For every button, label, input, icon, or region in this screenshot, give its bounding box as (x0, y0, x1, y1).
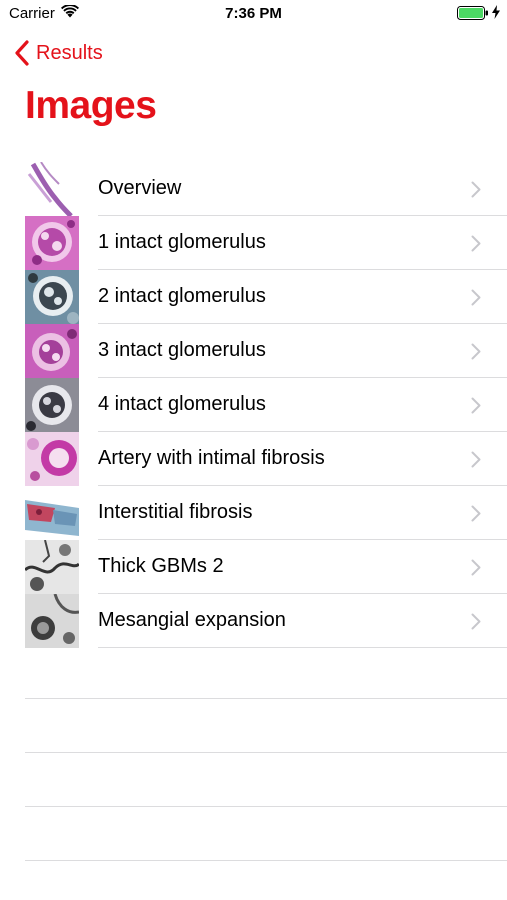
back-button[interactable]: Results (14, 38, 103, 68)
chevron-right-icon (471, 559, 481, 576)
charging-bolt-icon (492, 5, 500, 19)
item-label: Overview (98, 177, 182, 199)
item-label: 3 intact glomerulus (98, 339, 266, 361)
image-list: Overview 1 intact glomerulus 2 intact gl (0, 162, 507, 861)
page-title: Images (25, 84, 157, 127)
electron-micrograph-thumbnail (25, 540, 79, 594)
artery-thumbnail (25, 432, 79, 486)
list-item[interactable]: Artery with intimal fibrosis (0, 432, 507, 486)
empty-row-separator (25, 860, 507, 861)
empty-row-separator (25, 752, 507, 753)
chevron-left-icon (15, 40, 29, 66)
battery-icon (457, 6, 488, 20)
glomerulus-thumbnail (25, 270, 79, 324)
item-label: 1 intact glomerulus (98, 231, 266, 253)
list-item[interactable]: Thick GBMs 2 (0, 540, 507, 594)
list-item[interactable]: Interstitial fibrosis (0, 486, 507, 540)
status-time: 7:36 PM (225, 5, 282, 22)
item-label: Interstitial fibrosis (98, 501, 253, 523)
list-item[interactable]: 1 intact glomerulus (0, 216, 507, 270)
list-item[interactable]: 4 intact glomerulus (0, 378, 507, 432)
item-label: 4 intact glomerulus (98, 393, 266, 415)
chevron-right-icon (471, 289, 481, 306)
item-label: 2 intact glomerulus (98, 285, 266, 307)
item-label: Mesangial expansion (98, 609, 286, 631)
item-label: Thick GBMs 2 (98, 555, 224, 577)
chevron-right-icon (471, 505, 481, 522)
chevron-right-icon (471, 235, 481, 252)
chevron-right-icon (471, 613, 481, 630)
list-item[interactable]: Overview (0, 162, 507, 216)
list-item[interactable]: 2 intact glomerulus (0, 270, 507, 324)
glomerulus-thumbnail (25, 216, 79, 270)
status-bar: Carrier 7:36 PM (0, 0, 507, 28)
back-button-label: Results (36, 41, 103, 64)
list-item[interactable]: 3 intact glomerulus (0, 324, 507, 378)
empty-row-separator (25, 698, 507, 699)
chevron-right-icon (471, 343, 481, 360)
empty-row-separator (25, 806, 507, 807)
chevron-right-icon (471, 451, 481, 468)
chevron-right-icon (471, 397, 481, 414)
row-separator (98, 647, 507, 648)
list-item[interactable]: Mesangial expansion (0, 594, 507, 648)
glomerulus-thumbnail (25, 324, 79, 378)
item-label: Artery with intimal fibrosis (98, 447, 325, 469)
fibrosis-thumbnail (25, 486, 79, 540)
chevron-right-icon (471, 181, 481, 198)
glomerulus-thumbnail (25, 378, 79, 432)
electron-micrograph-thumbnail (25, 594, 79, 648)
overview-thumbnail (25, 162, 79, 216)
